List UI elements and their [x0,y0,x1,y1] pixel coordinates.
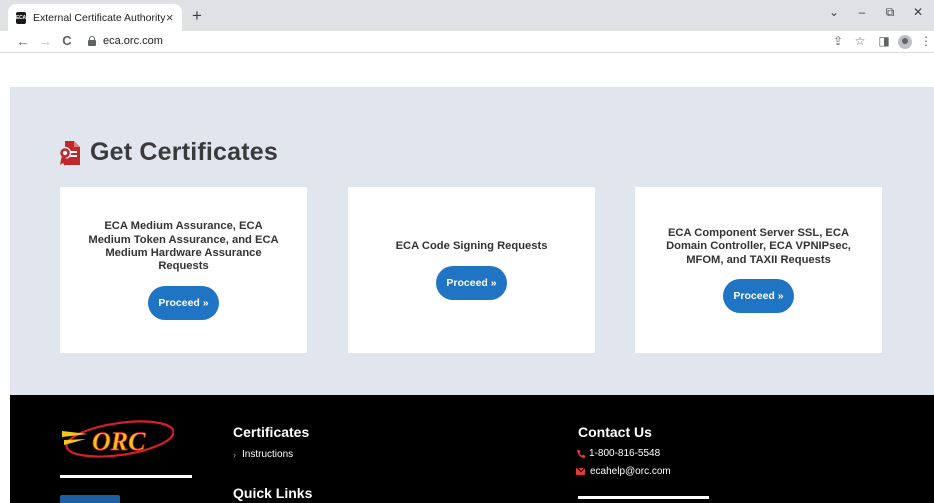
section-heading: Get Certificates [59,138,278,167]
code-signing-card: ECA Code Signing Requests Proceed » [348,187,595,353]
contact-heading: Contact Us [578,424,652,440]
tab-search-icon[interactable]: ⌄ [822,5,846,19]
svg-text:ORC: ORC [92,427,146,456]
card-title: ECA Component Server SSL, ECA Domain Con… [666,227,851,266]
eca-logo [60,495,120,503]
browser-menu-icon[interactable]: ⋮ [918,34,934,48]
proceed-code-signing-button[interactable]: Proceed » [436,265,507,300]
footer-divider [60,475,192,478]
share-icon[interactable]: ⇪ [830,34,846,48]
envelope-icon [576,468,585,475]
tab-title: External Certificate Authority [32,11,166,24]
phone-contact[interactable]: 1-800-816-5548 [576,448,660,459]
card-title: ECA Code Signing Requests [395,240,548,253]
page-top-spacer [0,53,934,87]
phone-icon [577,449,586,458]
proceed-medium-assurance-button[interactable]: Proceed » [148,285,219,320]
browser-tab[interactable]: ECA External Certificate Authority × [8,4,182,31]
address-bar[interactable]: eca.orc.com [103,35,163,47]
restore-button[interactable]: ⧉ [878,5,902,20]
browser-toolbar: ← → C eca.orc.com ⇪ ☆ ◨ ⋮ [0,31,934,53]
tab-close-icon[interactable]: × [165,10,174,25]
certificates-heading: Certificates [233,424,310,440]
minimize-button[interactable]: – [850,5,874,19]
reload-button[interactable]: C [58,33,76,48]
lock-icon[interactable] [88,36,96,46]
orc-logo[interactable]: ORC [62,418,174,460]
new-tab-button[interactable]: + [188,6,206,26]
instructions-link[interactable]: › Instructions [233,449,293,460]
side-panel-icon[interactable]: ◨ [876,34,892,48]
profile-avatar[interactable] [898,35,912,49]
back-button[interactable]: ← [14,33,32,49]
medium-assurance-card: ECA Medium Assurance, ECA Medium Token A… [60,187,307,353]
chevron-right-icon: › [233,449,236,460]
certificate-icon [59,140,80,166]
page-title: Get Certificates [90,138,278,166]
forward-button[interactable]: → [36,33,54,49]
contact-divider [578,496,709,499]
quick-links-heading: Quick Links [233,485,313,501]
email-contact[interactable]: ecahelp@orc.com [576,466,671,477]
card-title: ECA Medium Assurance, ECA Medium Token A… [88,220,279,273]
bookmark-star-icon[interactable]: ☆ [852,34,868,48]
component-server-card: ECA Component Server SSL, ECA Domain Con… [635,187,882,353]
browser-tab-strip: ECA External Certificate Authority × + ⌄… [0,0,934,31]
proceed-component-server-button[interactable]: Proceed » [723,278,794,313]
close-window-button[interactable]: ✕ [906,5,930,19]
eca-favicon-icon: ECA [16,11,26,24]
